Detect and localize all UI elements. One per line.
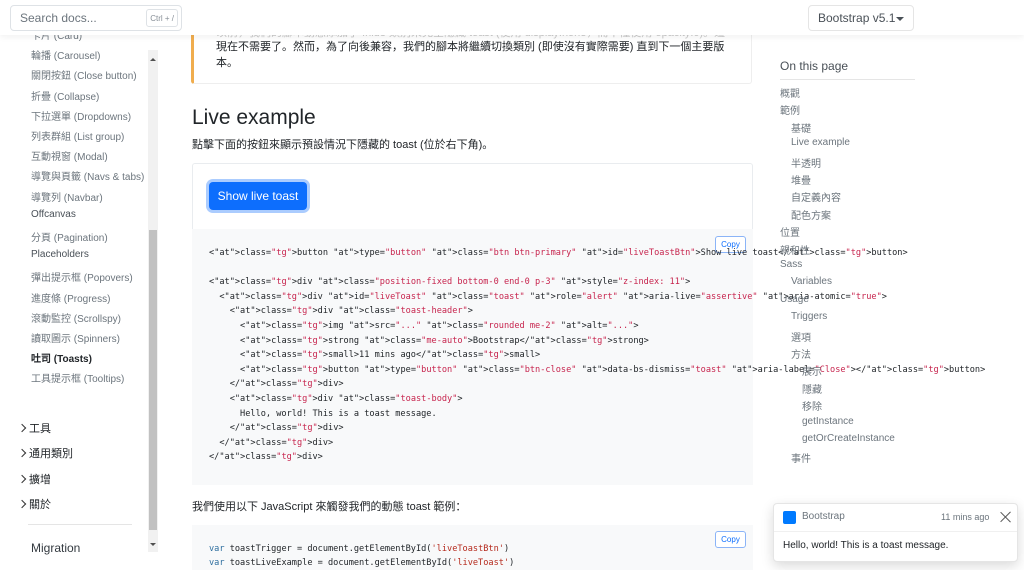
code-line: Hello, world! This is a toast message.: [209, 408, 437, 419]
toc-link[interactable]: 位置: [780, 224, 800, 239]
toast-title: Bootstrap: [802, 511, 845, 522]
sidebar-group-label: 擴增: [29, 473, 51, 486]
close-icon[interactable]: [1000, 511, 1012, 523]
sidebar-item[interactable]: 互動視窗 (Modal): [31, 148, 108, 163]
sidebar-item[interactable]: 分頁 (Pagination): [31, 229, 108, 244]
sidebar-item[interactable]: 進度條 (Progress): [31, 290, 110, 305]
sidebar-group-label: 關於: [29, 498, 51, 511]
scroll-up-arrow-icon[interactable]: [150, 58, 156, 61]
search-input[interactable]: Search docs... Ctrl + /: [10, 5, 182, 31]
chevron-right-icon: [17, 423, 27, 433]
toc-link[interactable]: getOrCreateInstance: [802, 433, 895, 444]
version-label: Bootstrap v5.1: [818, 11, 896, 25]
sidebar-item[interactable]: 吐司 (Toasts): [31, 350, 92, 365]
toc-link[interactable]: 選項: [791, 329, 811, 344]
sidebar-group-toggle[interactable]: 關於: [17, 496, 51, 512]
code-line: <"at">class="tg">strong "at">class="me-a…: [209, 335, 649, 346]
sidebar-item[interactable]: Placeholders: [31, 249, 89, 260]
search-shortcut-hint: Ctrl + /: [146, 9, 178, 27]
sidebar-item[interactable]: 折疊 (Collapse): [31, 88, 99, 103]
sidebar-item[interactable]: 彈出提示框 (Popovers): [31, 269, 133, 284]
chevron-right-icon: [17, 449, 27, 458]
sidebar-group-toggle[interactable]: 工具: [17, 420, 51, 436]
sidebar-item[interactable]: 列表群組 (List group): [31, 128, 124, 143]
code-line: </"at">class="tg">div>: [209, 423, 344, 434]
sidebar-item[interactable]: 滾動監控 (Scrollspy): [31, 310, 121, 325]
toc-link[interactable]: Triggers: [791, 311, 827, 322]
sidebar-item[interactable]: 下拉選單 (Dropdowns): [31, 108, 131, 123]
code-line: <"at">class="tg">small>11 mins ago</"at"…: [209, 350, 541, 361]
sidebar-nav: 卡片 (Card) 輪播 (Carousel) 關閉按鈕 (Close button…: [0, 35, 160, 570]
sidebar-scrollbar[interactable]: [148, 50, 158, 552]
toast-header: Bootstrap 11 mins ago: [774, 504, 1017, 532]
sidebar-divider: [28, 524, 132, 525]
show-live-toast-button[interactable]: Show live toast: [209, 182, 307, 210]
code-line: </"at">class="tg">div>: [209, 379, 344, 390]
chevron-right-icon: [17, 499, 27, 509]
toc-link[interactable]: 概觀: [780, 85, 800, 100]
html-code-block: Copy <"at">class="tg">button "at">type="…: [192, 229, 985, 485]
sidebar-item[interactable]: 關閉按鈕 (Close button): [31, 67, 137, 82]
code-line: <"at">class="tg">div "at">class="positio…: [209, 277, 691, 288]
sidebar-group-toggle[interactable]: 擴增: [17, 471, 51, 487]
js-lead-text: 我們使用以下 JavaScript 來觸發我們的動態 toast 範例：: [192, 501, 467, 513]
version-dropdown[interactable]: Bootstrap v5.1: [808, 5, 914, 31]
search-placeholder: Search docs...: [20, 11, 97, 25]
code-line: <"at">class="tg">img "at">src="..." "at"…: [209, 321, 639, 331]
toc-link[interactable]: Usage: [780, 294, 809, 305]
code-line: <"at">class="tg">div "at">class="toast-b…: [209, 394, 463, 404]
toc-link[interactable]: 範例: [780, 102, 800, 117]
sidebar-item[interactable]: 輪播 (Carousel): [31, 47, 100, 62]
sidebar-item[interactable]: 讀取圖示 (Spinners): [31, 330, 120, 345]
js-code-block: Copy var toastTrigger = document.getElem…: [192, 525, 753, 570]
callout-text: 現在不需要了。然而，為了向後兼容，我們的腳本將繼續切換類別 (即使沒有實際需要)…: [216, 41, 725, 69]
toc-link[interactable]: 展示: [802, 363, 822, 378]
toc-link[interactable]: 方法: [791, 346, 811, 361]
code-line: <"at">class="tg">div "at">class="toast-h…: [209, 306, 473, 317]
toc-link[interactable]: 基礎: [791, 120, 811, 135]
toast-body: Hello, world! This is a toast message.: [783, 540, 949, 551]
scroll-down-arrow-icon[interactable]: [150, 543, 156, 546]
code-line: var toastTrigger = document.getElementBy…: [209, 544, 510, 554]
code-line: <"at">class="tg">button "at">type="butto…: [209, 364, 986, 375]
toc-link[interactable]: 半透明: [791, 155, 821, 170]
sidebar-item[interactable]: 導覽列 (Navbar): [31, 189, 103, 204]
sidebar-item-migration[interactable]: Migration: [31, 541, 80, 555]
section-heading: Live example: [192, 106, 316, 129]
toc-link[interactable]: 堆疊: [791, 172, 811, 187]
toc-link[interactable]: Live example: [791, 137, 850, 148]
toc-link[interactable]: Sass: [780, 259, 802, 270]
sidebar-group-toggle[interactable]: 通用類別: [17, 445, 73, 461]
caret-down-icon: [896, 17, 904, 21]
toc-title: On this page: [780, 59, 849, 73]
live-toast: Bootstrap 11 mins ago Hello, world! This…: [773, 503, 1018, 562]
toc-link[interactable]: Variables: [791, 276, 832, 287]
sidebar-group-label: 工具: [29, 423, 51, 435]
toc-link[interactable]: 配色方案: [791, 207, 831, 222]
toc-divider: [780, 79, 915, 80]
code-line: </"at">class="tg">div>: [209, 437, 334, 448]
section-lead: 點擊下面的按鈕來顯示預設情況下隱藏的 toast (位於右下角)。: [192, 139, 494, 151]
toc-link[interactable]: 自定義內容: [791, 189, 841, 204]
scrollbar-thumb[interactable]: [149, 230, 157, 530]
sidebar-item[interactable]: 卡片 (Card): [31, 35, 82, 42]
sidebar-item[interactable]: Offcanvas: [31, 209, 76, 220]
toc-link[interactable]: 親和性: [780, 242, 810, 257]
toast-time: 11 mins ago: [941, 512, 990, 522]
sidebar-item[interactable]: 導覽與頁籤 (Navs & tabs): [31, 168, 144, 183]
sidebar-group-label: 通用類別: [29, 448, 73, 461]
toc-link[interactable]: 隱藏: [802, 381, 822, 396]
toc-link[interactable]: 移除: [802, 398, 822, 413]
copy-button[interactable]: Copy: [715, 531, 746, 548]
bootstrap-logo-icon: [783, 511, 796, 524]
chevron-right-icon: [17, 474, 27, 483]
toc-link[interactable]: getInstance: [802, 416, 854, 427]
top-bar: Search docs... Ctrl + / Bootstrap v5.1: [0, 0, 1024, 35]
code-line: var toastLiveExample = document.getEleme…: [209, 558, 515, 568]
sidebar-item[interactable]: 工具提示框 (Tooltips): [31, 370, 124, 385]
toc-link[interactable]: 事件: [791, 450, 811, 465]
code-line: </"at">class="tg">div>: [209, 452, 323, 463]
